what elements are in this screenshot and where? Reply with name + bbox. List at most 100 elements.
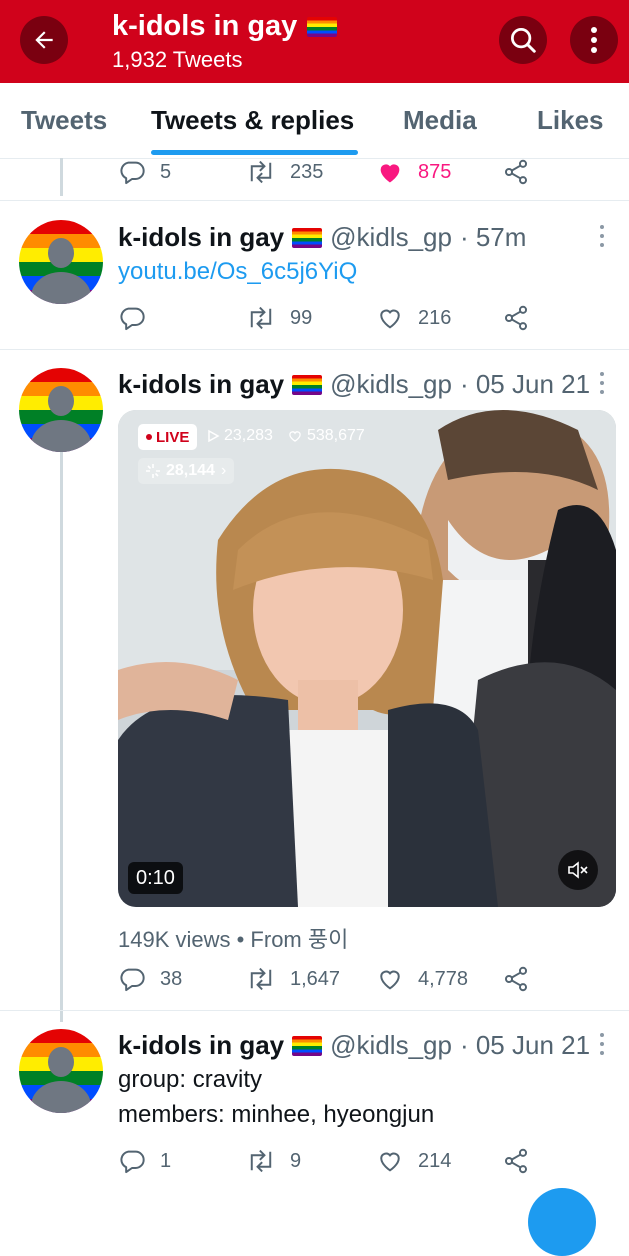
heart-count: 538,677 <box>306 427 365 444</box>
heart-stat: 538,677 <box>287 427 365 445</box>
like-count: 875 <box>418 160 452 183</box>
reply-count: 5 <box>160 160 172 183</box>
chevron-right-icon: › <box>220 462 227 479</box>
volume-muted-icon <box>568 861 588 879</box>
play-stat: 23,283 <box>206 427 273 445</box>
reply-button[interactable]: 38 <box>118 965 182 993</box>
rainbow-flag-icon <box>292 1035 323 1056</box>
share-icon <box>504 159 528 185</box>
active-tab-indicator <box>151 150 358 155</box>
retweet-button[interactable]: 99 <box>246 304 312 332</box>
retweet-count: 235 <box>290 160 324 183</box>
thread-connector <box>60 158 63 196</box>
retweet-icon <box>250 160 272 184</box>
tab-tweets-and-replies[interactable]: Tweets & replies <box>151 105 354 136</box>
tweet-text-line: members: minhee, hyeongjun <box>118 1101 435 1128</box>
retweet-icon <box>250 1149 272 1173</box>
live-stats: 23,283 538,677 <box>206 427 365 445</box>
heart-icon <box>380 309 400 329</box>
share-button[interactable] <box>502 965 530 993</box>
avatar[interactable] <box>19 220 103 304</box>
tweet-more-button[interactable] <box>600 372 606 399</box>
tab-tweets[interactable]: Tweets <box>21 105 107 136</box>
retweet-count: 99 <box>290 306 313 329</box>
heart-icon <box>380 1152 400 1172</box>
profile-title: k-idols in gay <box>112 10 338 43</box>
retweet-button[interactable]: 235 <box>246 158 323 186</box>
reply-icon <box>120 161 145 185</box>
tweet-more-button[interactable] <box>600 225 606 252</box>
tweet-text-line: group: cravity <box>118 1066 263 1093</box>
rainbow-flag-icon <box>307 16 338 37</box>
video-player[interactable]: LIVE 23,283 538,677 28,144 › 0:10 <box>118 410 616 907</box>
search-button[interactable] <box>499 16 547 64</box>
tweet-time: · 05 Jun 21 <box>459 1030 591 1060</box>
live-label: LIVE <box>156 428 190 446</box>
more-options-button[interactable] <box>570 16 618 64</box>
compose-tweet-button[interactable] <box>528 1188 596 1256</box>
author-handle[interactable]: @kidls_gp <box>330 1030 452 1061</box>
mute-button[interactable] <box>558 850 598 890</box>
retweet-icon <box>250 306 272 330</box>
retweet-button[interactable]: 9 <box>246 1147 301 1175</box>
video-view-count: 149K views • From 풍이 <box>118 927 349 952</box>
tweet-divider <box>0 200 629 201</box>
rainbow-flag-icon <box>292 374 323 395</box>
tab-media[interactable]: Media <box>403 105 477 136</box>
share-button[interactable] <box>502 1147 530 1175</box>
share-button[interactable] <box>502 158 530 186</box>
tweet-time: · 57m <box>459 222 527 252</box>
heart-filled-icon <box>380 164 400 183</box>
viewer-count-badge: 28,144 › <box>138 458 235 484</box>
like-button[interactable]: 4,778 <box>376 965 468 993</box>
like-count: 214 <box>418 1149 452 1172</box>
share-icon <box>504 966 528 992</box>
share-icon <box>504 305 528 331</box>
tweet-link[interactable]: youtu.be/Os_6c5j6YiQ <box>118 258 357 286</box>
author-handle[interactable]: @kidls_gp <box>330 369 452 400</box>
reply-button[interactable]: 5 <box>118 158 171 186</box>
author-name[interactable]: k-idols in gay <box>118 222 284 253</box>
tweet-more-button[interactable] <box>600 1033 606 1060</box>
profile-tabs: Tweets Tweets & replies Media Likes <box>0 83 629 159</box>
retweet-count: 9 <box>290 1149 302 1172</box>
reply-button[interactable] <box>118 304 146 332</box>
like-button[interactable]: 875 <box>376 158 451 186</box>
author-name[interactable]: k-idols in gay <box>118 1030 284 1061</box>
live-badge: LIVE <box>138 424 198 450</box>
thread-connector <box>60 452 63 1022</box>
avatar[interactable] <box>19 1029 103 1113</box>
share-button[interactable] <box>502 304 530 332</box>
retweet-count: 1,647 <box>290 967 341 990</box>
more-vertical-icon <box>591 27 597 53</box>
tweet-actions: 1 9 214 <box>118 1147 548 1177</box>
play-count: 23,283 <box>224 427 273 444</box>
like-button[interactable]: 216 <box>376 304 451 332</box>
retweet-button[interactable]: 1,647 <box>246 965 340 993</box>
tweet-divider <box>0 1010 629 1011</box>
rainbow-flag-icon <box>292 227 323 248</box>
tab-likes[interactable]: Likes <box>537 105 604 136</box>
heart-outline-icon <box>289 431 301 442</box>
like-count: 4,778 <box>418 967 469 990</box>
reply-button[interactable]: 1 <box>118 1147 171 1175</box>
tweet-actions: 5 235 875 <box>118 158 548 188</box>
reply-count: 1 <box>160 1149 172 1172</box>
arrow-left-icon <box>35 31 53 49</box>
play-icon <box>208 429 220 443</box>
back-button[interactable] <box>20 16 68 64</box>
viewer-count: 28,144 <box>166 462 215 479</box>
like-button[interactable]: 214 <box>376 1147 451 1175</box>
author-handle[interactable]: @kidls_gp <box>330 222 452 253</box>
avatar[interactable] <box>19 368 103 452</box>
reply-icon <box>120 968 145 992</box>
spinner-icon <box>146 464 160 478</box>
reply-count: 38 <box>160 967 183 990</box>
reply-icon <box>120 1150 145 1174</box>
author-name[interactable]: k-idols in gay <box>118 369 284 400</box>
heart-icon <box>380 970 400 990</box>
tweet-actions: 38 1,647 4,778 <box>118 965 548 995</box>
like-count: 216 <box>418 306 452 329</box>
top-app-bar: k-idols in gay 1,932 Tweets <box>0 0 629 83</box>
video-duration: 0:10 <box>128 862 183 894</box>
